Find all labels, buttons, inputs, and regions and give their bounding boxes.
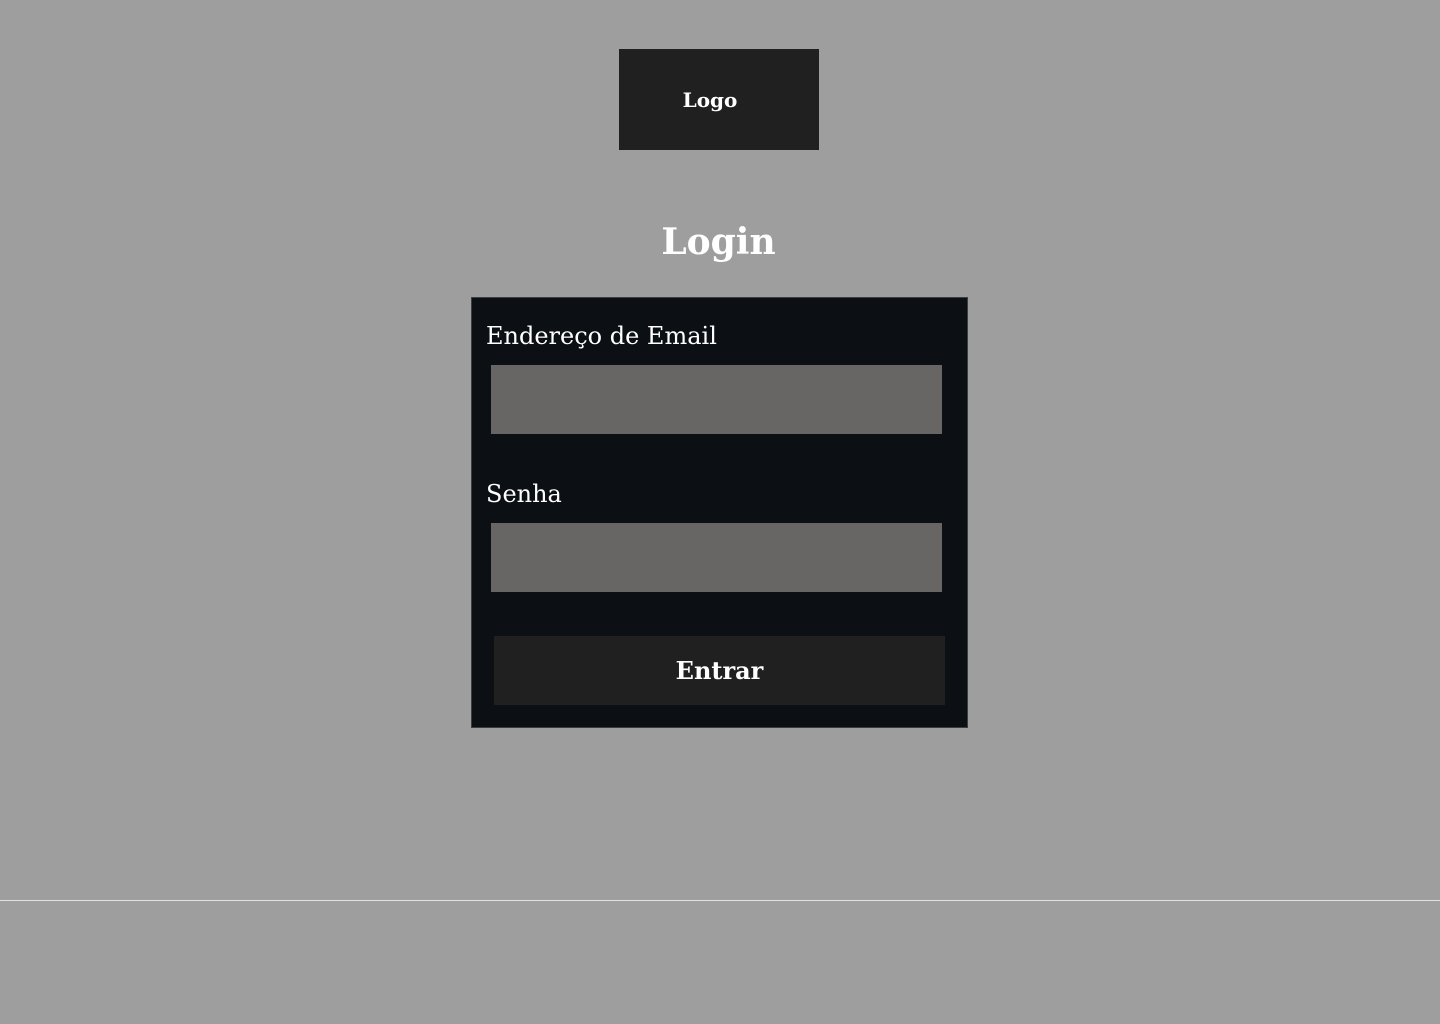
email-label: Endereço de Email xyxy=(486,322,717,350)
login-form: Endereço de Email Senha Entrar xyxy=(471,297,968,728)
login-button[interactable]: Entrar xyxy=(494,636,945,705)
logo-text: Logo xyxy=(682,87,738,112)
footer-divider xyxy=(0,900,1440,901)
email-field[interactable] xyxy=(491,365,942,434)
password-label: Senha xyxy=(486,480,562,508)
logo: Logo xyxy=(619,49,819,150)
password-field[interactable] xyxy=(491,523,942,592)
page-title: Login xyxy=(661,221,776,263)
